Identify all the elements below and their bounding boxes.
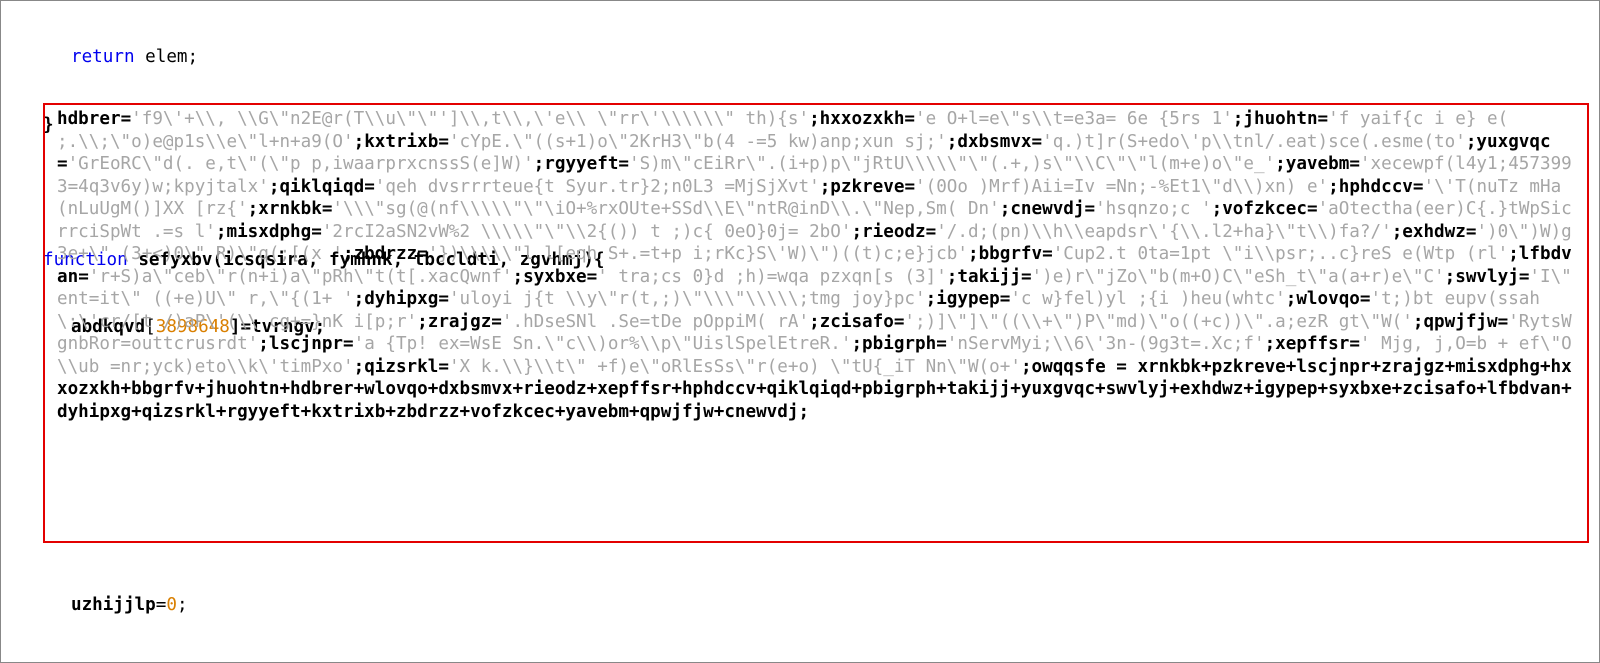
obf-string: 'a {Tp! ex=WsE Sn.\"c\\)or%\\p\"UislSpel…	[354, 334, 852, 354]
obf-var: zrajgz	[428, 312, 492, 332]
obf-var: qiklqiqd	[279, 177, 364, 197]
obf-string: 'nServMyi;\\6\'3n-(9g3t=.Xc;f'	[947, 334, 1265, 354]
var-elem: elem	[135, 47, 188, 67]
obf-string: 'f9\'+\\, \\G\"n2E@r(T\\u\"\"']\\,t\\,\'…	[131, 109, 809, 129]
obf-string: 'GrEoRC\"d(. e,t\"(\"p p,iwaarprxcnssS(e…	[68, 154, 534, 174]
obf-var: hdbrer	[57, 109, 121, 129]
obf-string: '(0Oo )Mrf)Aii=Iv =Nn;-%Et1\"d\\)xn) e'	[915, 177, 1328, 197]
obf-string: 'c w}fel)yl ;{i )heu(whtc'	[1010, 289, 1285, 309]
obf-string: ';)]\"]\"((\\+\")P\"md)\"o((+c))\".a;ezR…	[904, 312, 1412, 332]
obf-var: zcisafo	[820, 312, 894, 332]
obf-string: 'S)m\"cEiRr\".(i+p)p\"jRtU\\\\\"\"(.+,)s…	[629, 154, 1275, 174]
obf-string: '\\\"sg(@(nf\\\\\"\"\iO+%rxOUte+SSd\\E\"…	[332, 199, 999, 219]
obf-var: xepffsr	[1275, 334, 1349, 354]
obf-var: dxbsmvx	[957, 132, 1031, 152]
return-line: return elem;	[15, 46, 1585, 69]
obf-var: igypep	[936, 289, 1000, 309]
obf-var: rgyyeft	[544, 154, 618, 174]
obf-string: 'q.)t]r(S+edo\'p\\tnl/.eat)sce(.esme(to'	[1042, 132, 1466, 152]
obf-string: '})\\\\\"l l[eqh S+.=t+p i;rKc}S\'W)\")(…	[428, 244, 968, 264]
obf-var: exhdwz	[1402, 222, 1466, 242]
obf-string: 'qeh dvsrrrteue{t Syur.tr}2;n0L3 =MjSjXv…	[375, 177, 820, 197]
obf-var: cnewvdj	[1010, 199, 1084, 219]
code-viewport: return elem; } function sefyxbv(icsqsira…	[0, 0, 1600, 663]
obf-var: syxbxe	[523, 267, 587, 287]
obf-string: 'hsqnzo;c '	[1095, 199, 1212, 219]
obf-var: misxdphg	[226, 222, 311, 242]
obf-var: yavebm	[1286, 154, 1350, 174]
obf-var: zbdrzz	[354, 244, 418, 264]
obf-string: 'r+S)a\"ceb\"r(n+i)a\"pRh\"t(t[.xacQwnf'	[89, 267, 513, 287]
obfuscated-body: hdbrer='f9\'+\\, \\G\"n2E@r(T\\u\"\"']\\…	[57, 108, 1577, 538]
obf-var: rieodz	[862, 222, 926, 242]
obf-var: hxxozxkh	[820, 109, 905, 129]
obf-var: qizsrkl	[364, 357, 438, 377]
obf-var: jhuohtn	[1243, 109, 1317, 129]
obf-var: takijj	[957, 267, 1021, 287]
obf-string: ')e)r\"jZo\"b(m+O)C\"eSh_t\"a(a+r)e\"C'	[1032, 267, 1445, 287]
obf-var: dyhipxg	[364, 289, 438, 309]
obf-var: kxtrixb	[364, 132, 438, 152]
obf-var: swvlyj	[1455, 267, 1519, 287]
assign-uzhijjlp: uzhijjlp=0;	[15, 594, 1600, 617]
obf-var: bbgrfv	[979, 244, 1043, 264]
obf-string: '/.d;(pn)\\h\\eapdsr\'{\\.l2+ha}\"t\\)fa…	[936, 222, 1391, 242]
obf-var: pzkreve	[830, 177, 904, 197]
obf-var: yuxgvqc	[1476, 132, 1550, 152]
obf-string: '2rcI2aSN2vW%2 \\\\\"\"\\2{()) t ;)c{ 0e…	[322, 222, 852, 242]
obf-string: '.hDseSNl .Se=tDe pOppiM( rA'	[502, 312, 809, 332]
obf-var: pbigrph	[862, 334, 936, 354]
obf-string: 'e O+l=e\"s\\t=e3a= 6e {5rs 1'	[915, 109, 1233, 129]
obf-string: 'uloyi j{t \\y\"r(t,;)\"\\\"\\\\\;tmg jo…	[449, 289, 926, 309]
obf-string: 'cYpE.\"((s+1)o\"2KrH3\"b(4 -=5 kw)anp;x…	[449, 132, 947, 152]
obf-var: qpwjfjw	[1423, 312, 1497, 332]
obf-string: 'X k.\\}\\t\" +f)e\"oRlEsSs\"r(e+o) \"tU…	[449, 357, 1021, 377]
obf-var: xrnkbk	[258, 199, 322, 219]
trailing-code: uzhijjlp=0; gkrxstti(8316); } function c…	[1, 549, 1600, 663]
obf-string: ' tra;cs 0}d ;h)=wqa pzxqn[s (3]'	[597, 267, 947, 287]
obf-var: wlovqo	[1296, 289, 1360, 309]
obf-var: lscjnpr	[269, 334, 343, 354]
keyword-return: return	[71, 47, 135, 67]
obf-var: hphdccv	[1339, 177, 1413, 197]
obf-var: vofzkcec	[1222, 199, 1307, 219]
obf-string: 'Cup2.t 0ta=1pt \"i\\psr;..c}reS e(Wtp (…	[1053, 244, 1508, 264]
